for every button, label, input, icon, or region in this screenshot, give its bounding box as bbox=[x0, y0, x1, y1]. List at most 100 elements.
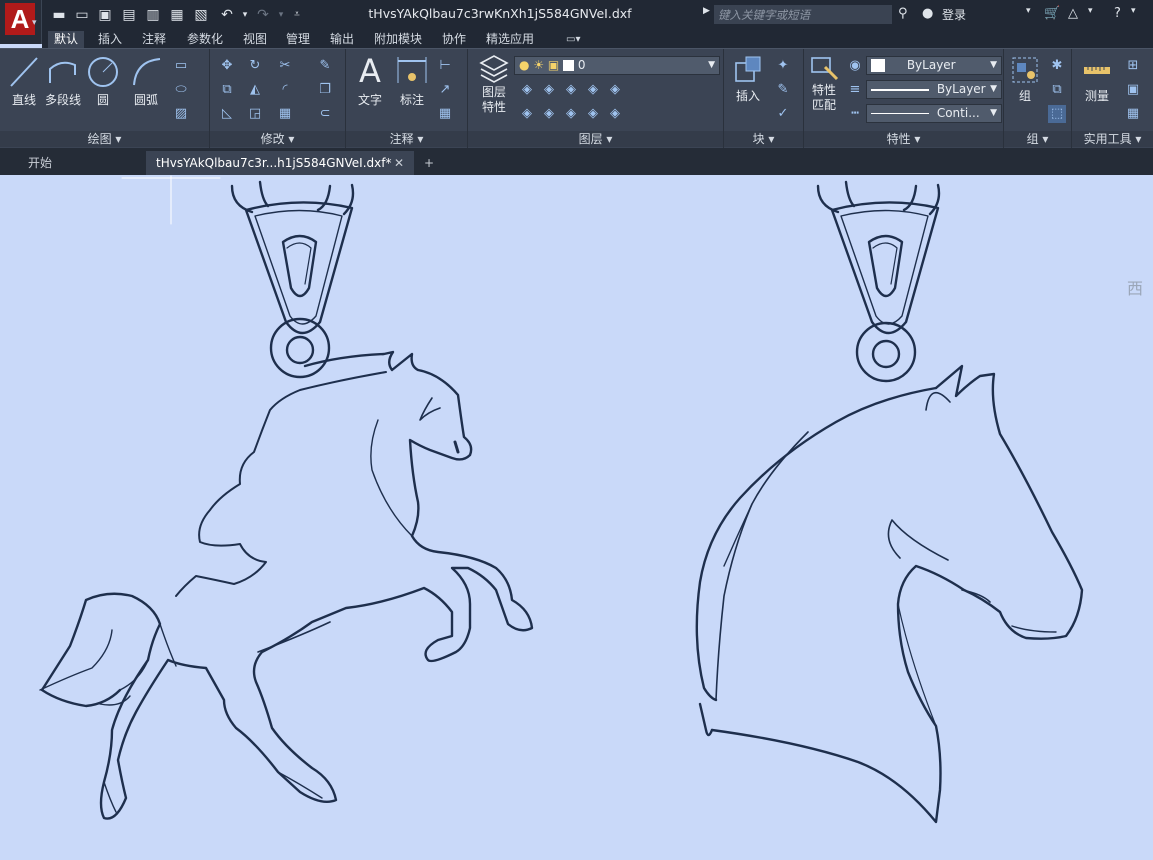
tab-start[interactable]: 开始 bbox=[18, 151, 144, 175]
linetype-dropdown[interactable]: Conti... ▼ bbox=[866, 104, 1002, 123]
block-attr-icon[interactable]: ✓ bbox=[774, 105, 792, 123]
copy-icon[interactable]: ⧉ bbox=[218, 81, 236, 99]
layer-tool-icon[interactable]: ◈ bbox=[584, 105, 602, 123]
login-dropdown-icon[interactable]: ▾ bbox=[1026, 6, 1031, 16]
cart-icon[interactable]: 🛒 bbox=[1044, 6, 1060, 21]
undo-dropdown-icon[interactable]: ▾ bbox=[236, 6, 254, 24]
tab-parametric[interactable]: 参数化 bbox=[181, 31, 229, 48]
linear-dim-icon[interactable]: ⊢ bbox=[436, 57, 454, 75]
tab-featured-apps[interactable]: 精选应用 bbox=[480, 31, 540, 48]
measure-button[interactable]: 测量 bbox=[1076, 55, 1118, 104]
save-as-icon[interactable]: ▤ bbox=[120, 6, 138, 24]
help-icon[interactable]: ? bbox=[1114, 6, 1121, 21]
new-tab-button[interactable]: + bbox=[418, 151, 440, 175]
color-dropdown[interactable]: ByLayer ▼ bbox=[866, 56, 1002, 75]
insert-block-button[interactable]: 插入 bbox=[728, 55, 768, 104]
app-dropdown-icon[interactable]: ▾ bbox=[1088, 6, 1093, 16]
print-icon[interactable]: ▧ bbox=[192, 6, 210, 24]
tab-collaborate[interactable]: 协作 bbox=[436, 31, 472, 48]
undo-icon[interactable]: ↶ bbox=[218, 6, 236, 24]
tab-output[interactable]: 输出 bbox=[324, 31, 360, 48]
viewcube-west-label[interactable]: 西 bbox=[1127, 275, 1153, 298]
share-icon[interactable]: ▦ bbox=[168, 6, 186, 24]
dimension-button[interactable]: 标注 bbox=[392, 53, 432, 108]
ribbon-toggle-icon[interactable]: ▭▾ bbox=[560, 31, 586, 48]
circle-button[interactable]: 圆 bbox=[86, 55, 120, 108]
calculator-icon[interactable]: ▦ bbox=[1124, 105, 1142, 123]
polyline-button[interactable]: 多段线 bbox=[42, 55, 84, 108]
ellipse-icon[interactable]: ⬭ bbox=[172, 81, 190, 99]
create-block-icon[interactable]: ✦ bbox=[774, 57, 792, 75]
help-dropdown-icon[interactable]: ▾ bbox=[1131, 6, 1136, 16]
draw-panel-label[interactable]: 绘图 ▾ bbox=[0, 131, 209, 147]
layers-panel-label[interactable]: 图层 ▾ bbox=[468, 131, 723, 147]
play-arrow-icon[interactable]: ▶ bbox=[703, 6, 710, 16]
lineweight-dropdown[interactable]: ByLayer ▼ bbox=[866, 80, 1002, 99]
edit-block-icon[interactable]: ✎ bbox=[774, 81, 792, 99]
layer-tool-icon[interactable]: ◈ bbox=[518, 81, 536, 99]
leader-icon[interactable]: ↗ bbox=[436, 81, 454, 99]
rectangle-icon[interactable]: ▭ bbox=[172, 57, 190, 75]
rotate-icon[interactable]: ↻ bbox=[246, 57, 264, 75]
linetype-icon[interactable]: ┅ bbox=[846, 105, 864, 123]
hatch-icon[interactable]: ▨ bbox=[172, 105, 190, 123]
new-file-icon[interactable]: ▬ bbox=[50, 6, 68, 24]
quick-select-icon[interactable]: ⊞ bbox=[1124, 57, 1142, 75]
arc-button[interactable]: 圆弧 bbox=[128, 55, 164, 108]
move-icon[interactable]: ✥ bbox=[218, 57, 236, 75]
customize-qat-icon[interactable]: ⩡ bbox=[288, 6, 306, 24]
lineweight-icon[interactable]: ≡ bbox=[846, 81, 864, 99]
annotation-panel-label[interactable]: 注释 ▾ bbox=[346, 131, 467, 147]
tab-view[interactable]: 视图 bbox=[237, 31, 273, 48]
redo-icon[interactable]: ↷ bbox=[254, 6, 272, 24]
tab-insert[interactable]: 插入 bbox=[92, 31, 128, 48]
layer-tool-icon[interactable]: ◈ bbox=[540, 81, 558, 99]
export-icon[interactable]: ▥ bbox=[144, 6, 162, 24]
group-button[interactable]: 组 bbox=[1008, 55, 1042, 104]
layer-tool-icon[interactable]: ◈ bbox=[540, 105, 558, 123]
array-icon[interactable]: ▦ bbox=[276, 105, 294, 123]
stretch-icon[interactable]: ◺ bbox=[218, 105, 236, 123]
select-all-icon[interactable]: ▣ bbox=[1124, 81, 1142, 99]
text-button[interactable]: A 文字 bbox=[352, 53, 388, 108]
close-tab-icon[interactable]: ✕ bbox=[394, 151, 404, 175]
explode-icon[interactable]: ❐ bbox=[316, 81, 334, 99]
tab-drawing[interactable]: tHvsYAkQlbau7c3r...h1jS584GNVeI.dxf* ✕ bbox=[146, 151, 414, 175]
autodesk-app-icon[interactable]: △ bbox=[1068, 6, 1078, 21]
utilities-panel-label[interactable]: 实用工具 ▾ bbox=[1072, 131, 1153, 147]
line-button[interactable]: 直线 bbox=[6, 55, 42, 108]
layer-tool-icon[interactable]: ◈ bbox=[562, 105, 580, 123]
layer-tool-icon[interactable]: ◈ bbox=[562, 81, 580, 99]
login-link[interactable]: 登录 bbox=[942, 6, 966, 23]
scale-icon[interactable]: ◲ bbox=[246, 105, 264, 123]
layer-dropdown[interactable]: ● ☀ ▣ 0 ▼ bbox=[514, 56, 720, 75]
block-panel-label[interactable]: 块 ▾ bbox=[724, 131, 803, 147]
layer-tool-icon[interactable]: ◈ bbox=[606, 105, 624, 123]
erase-icon[interactable]: ✎ bbox=[316, 57, 334, 75]
layer-properties-button[interactable]: 图层 特性 bbox=[474, 53, 514, 115]
save-icon[interactable]: ▣ bbox=[96, 6, 114, 24]
fillet-icon[interactable]: ◜ bbox=[276, 81, 294, 99]
tab-annotate[interactable]: 注释 bbox=[136, 31, 172, 48]
binoculars-icon[interactable]: ⚲ bbox=[898, 6, 908, 21]
layer-tool-icon[interactable]: ◈ bbox=[606, 81, 624, 99]
application-menu-button[interactable]: A ▾ bbox=[0, 0, 42, 44]
match-properties-button[interactable]: 特性 匹配 bbox=[806, 55, 842, 113]
offset-icon[interactable]: ⊂ bbox=[316, 105, 334, 123]
open-folder-icon[interactable]: ▭ bbox=[73, 6, 91, 24]
modify-panel-label[interactable]: 修改 ▾ bbox=[210, 131, 345, 147]
table-icon[interactable]: ▦ bbox=[436, 105, 454, 123]
layer-tool-icon[interactable]: ◈ bbox=[518, 105, 536, 123]
layer-tool-icon[interactable]: ◈ bbox=[584, 81, 602, 99]
group-select-icon[interactable]: ⬚ bbox=[1048, 105, 1066, 123]
user-icon[interactable]: ● bbox=[922, 6, 933, 21]
drawing-canvas[interactable]: 西 bbox=[0, 175, 1153, 860]
tab-addins[interactable]: 附加模块 bbox=[368, 31, 428, 48]
trim-icon[interactable]: ✂ bbox=[276, 57, 294, 75]
properties-panel-label[interactable]: 特性 ▾ bbox=[804, 131, 1003, 147]
groups-panel-label[interactable]: 组 ▾ bbox=[1004, 131, 1071, 147]
tab-default[interactable]: 默认 bbox=[48, 31, 85, 48]
search-input[interactable]: 键入关键字或短语 bbox=[714, 5, 892, 24]
tab-manage[interactable]: 管理 bbox=[280, 31, 316, 48]
ungroup-icon[interactable]: ✱ bbox=[1048, 57, 1066, 75]
